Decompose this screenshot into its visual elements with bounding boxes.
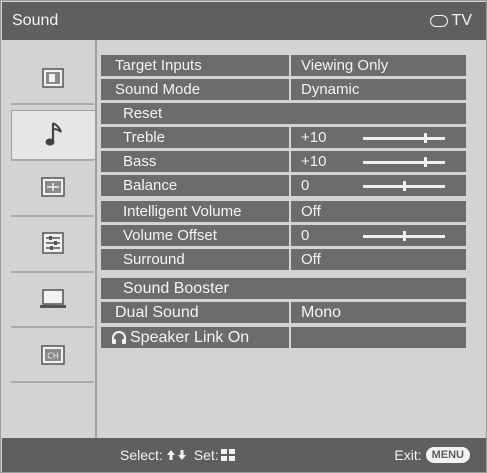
footer-bar: Select: Set: Exit: MENU <box>2 438 486 472</box>
menu-row-sound-booster[interactable]: Sound Booster <box>101 278 466 299</box>
reset-label: Reset <box>101 103 466 124</box>
speaker-link-cell: Speaker Link On <box>101 327 289 348</box>
headphones-icon <box>112 331 126 344</box>
menu-title: Sound <box>12 12 59 29</box>
pc-icon <box>39 289 66 308</box>
intelligent-volume-value: Off <box>291 201 466 222</box>
dual-sound-label: Dual Sound <box>101 302 289 323</box>
title-bar: Sound TV <box>2 2 486 40</box>
menu-row-balance[interactable]: Balance 0 <box>101 175 466 196</box>
volume-offset-slider-thumb[interactable] <box>403 231 406 241</box>
setup-icon <box>41 232 64 254</box>
treble-slider[interactable] <box>363 133 445 143</box>
exit-hint: Exit: MENU <box>394 447 470 463</box>
up-down-arrows-icon <box>166 450 186 460</box>
sidebar-border <box>95 40 97 438</box>
sound-mode-label: Sound Mode <box>101 79 289 100</box>
sidebar-divider <box>11 381 94 383</box>
sound-booster-label: Sound Booster <box>101 278 466 299</box>
set-label: Set: <box>193 447 219 463</box>
balance-slider[interactable] <box>363 181 445 191</box>
menu-row-dual-sound[interactable]: Dual Sound Mono <box>101 302 466 323</box>
sidebar-item-setup[interactable] <box>11 218 94 268</box>
menu-row-surround[interactable]: Surround Off <box>101 249 466 270</box>
bass-slider-thumb[interactable] <box>423 157 427 167</box>
sidebar-divider <box>11 159 94 161</box>
sidebar-item-sound[interactable] <box>11 110 97 160</box>
surround-label: Surround <box>101 249 289 270</box>
tv-menu-window: Sound TV CH Target Inputs Viewing Only S… <box>0 0 487 473</box>
dual-sound-value: Mono <box>291 302 466 323</box>
target-inputs-label: Target Inputs <box>101 55 289 76</box>
sidebar-divider <box>11 215 94 217</box>
menu-row-speaker-link[interactable]: Speaker Link On <box>101 327 466 348</box>
tv-oval-icon <box>429 15 448 27</box>
sound-mode-value: Dynamic <box>291 79 466 100</box>
menu-row-sound-mode[interactable]: Sound Mode Dynamic <box>101 79 466 100</box>
screen-icon <box>40 177 65 197</box>
sidebar-divider <box>11 271 94 273</box>
sidebar-item-screen[interactable] <box>11 162 94 212</box>
target-inputs-value: Viewing Only <box>291 55 466 76</box>
sidebar-item-picture[interactable] <box>11 53 94 103</box>
treble-label: Treble <box>101 127 289 148</box>
sidebar-divider <box>11 103 94 105</box>
balance-label: Balance <box>101 175 289 196</box>
channel-icon: CH <box>40 345 65 365</box>
sidebar-item-pc[interactable] <box>11 274 94 324</box>
bass-label: Bass <box>101 151 289 172</box>
speaker-link-value-cell <box>291 327 466 348</box>
select-hint: Select: Set: <box>120 447 235 463</box>
menu-row-treble[interactable]: Treble +10 <box>101 127 466 148</box>
menu-row-intelligent-volume[interactable]: Intelligent Volume Off <box>101 201 466 222</box>
treble-slider-thumb[interactable] <box>423 133 427 143</box>
menu-row-bass[interactable]: Bass +10 <box>101 151 466 172</box>
select-label: Select: <box>120 447 163 463</box>
intelligent-volume-label: Intelligent Volume <box>101 201 289 222</box>
enter-key-icon <box>220 449 235 461</box>
menu-row-reset[interactable]: Reset <box>101 103 466 124</box>
category-sidebar: CH <box>2 40 97 438</box>
surround-value: Off <box>291 249 466 270</box>
sidebar-divider <box>11 326 94 328</box>
music-note-icon <box>45 122 62 146</box>
volume-offset-label: Volume Offset <box>101 225 289 246</box>
menu-row-target-inputs[interactable]: Target Inputs Viewing Only <box>101 55 466 76</box>
picture-icon <box>41 68 64 88</box>
tv-badge-label: TV <box>451 12 472 29</box>
balance-slider-thumb[interactable] <box>403 181 406 191</box>
bass-slider[interactable] <box>363 157 445 167</box>
speaker-link-label: Speaker Link On <box>130 329 250 346</box>
exit-label: Exit: <box>394 447 422 463</box>
volume-offset-slider[interactable] <box>363 231 445 241</box>
sidebar-item-channel[interactable]: CH <box>11 330 94 380</box>
menu-key-icon[interactable]: MENU <box>425 447 470 463</box>
menu-row-volume-offset[interactable]: Volume Offset 0 <box>101 225 466 246</box>
svg-text:CH: CH <box>47 352 59 361</box>
tv-badge: TV <box>429 12 472 30</box>
